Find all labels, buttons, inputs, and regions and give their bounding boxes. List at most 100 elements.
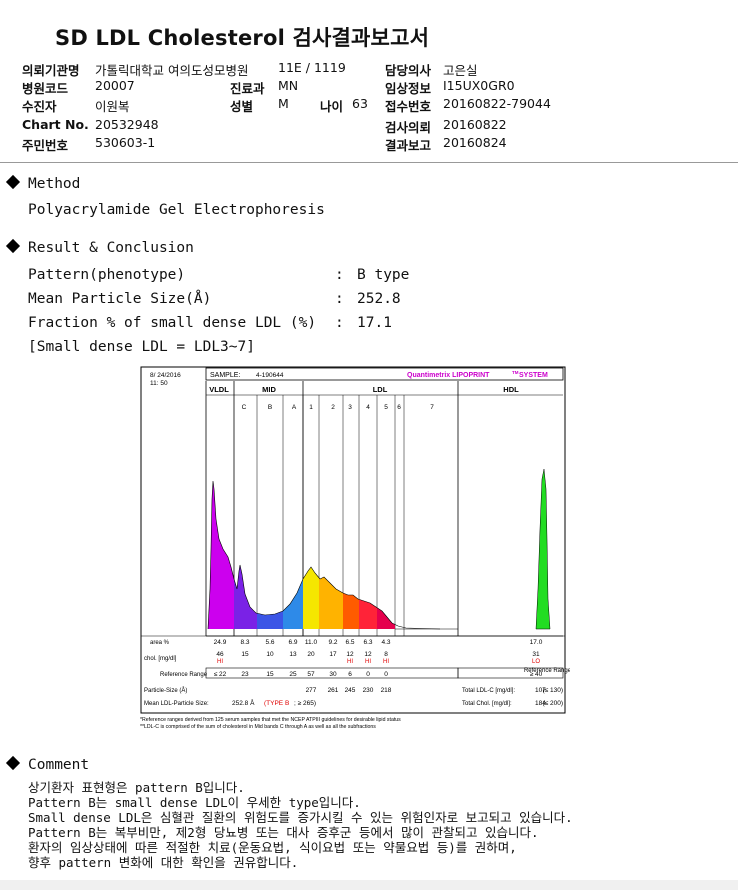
bullet-diamond-icon [5, 238, 21, 254]
band-area-fill [343, 593, 359, 629]
area-percent-value: 8.3 [240, 639, 249, 646]
particle-size-value: 218 [381, 687, 392, 694]
result-row-colon: : [335, 267, 344, 283]
result-row-label: Mean Particle Size(Å) [28, 291, 212, 307]
flag-badge: HI [217, 659, 223, 665]
row-label-particle-size: Particle-Size (Å) [144, 687, 187, 694]
bullet-diamond-icon [5, 174, 21, 190]
doctor-value: 고은실 [443, 63, 478, 78]
comment-line: Small dense LDL은 심혈관 질환의 위험도를 증가시킬 수 있는 … [28, 810, 573, 825]
area-percent-value: 6.5 [345, 639, 354, 646]
comment-line: Pattern B는 small dense LDL이 우세한 type입니다. [28, 795, 361, 810]
group-label: MID [262, 385, 276, 394]
area-percent-value: 6.9 [288, 639, 297, 646]
institution-value: 가톨릭대학교 여의도성모병원 [95, 63, 249, 78]
flag-badge: LO [532, 659, 540, 665]
area-percent-value: 5.6 [265, 639, 274, 646]
result-heading: Result & Conclusion [5, 238, 194, 256]
clinical-info-value: I15UX0GR0 [443, 78, 515, 93]
comment-line: 향후 pattern 변화에 대한 확인을 권유합니다. [28, 855, 299, 870]
area-percent-value: 9.2 [328, 639, 337, 646]
result-row-colon: : [335, 291, 344, 307]
brand-suffix: SYSTEM [519, 372, 548, 379]
band-label: 5 [384, 404, 388, 411]
reference-value: 25 [289, 671, 297, 678]
result-note: [Small dense LDL = LDL3~7] [28, 339, 255, 355]
reference-value: 57 [307, 671, 315, 678]
brand-name: Quantimetrix LIPOPRINT [407, 372, 490, 379]
result-row-value: 17.1 [357, 315, 392, 331]
method-heading-text: Method [28, 176, 81, 192]
chart-no-value: 20532948 [95, 117, 159, 132]
row-label-reference-right: Reference Range [524, 668, 570, 674]
ward-value: 11E / 1119 [278, 60, 346, 75]
chart-footnote: **LDL-C is comprised of the sum of chole… [140, 724, 376, 730]
bullet-diamond-icon [5, 755, 21, 771]
total-ldlc-ref: (≤ 130) [542, 687, 563, 694]
result-row-value: B type [357, 267, 410, 283]
chart-no-label: Chart No. [22, 117, 89, 132]
reference-value: 23 [241, 671, 249, 678]
band-label: 3 [348, 404, 352, 411]
result-row-label: Fraction % of small dense LDL (%) [28, 315, 317, 331]
chart-footnote: *Reference ranges derived from 125 serum… [140, 717, 401, 723]
band-label: C [242, 404, 247, 411]
comment-heading-text: Comment [28, 757, 90, 773]
band-label: 2 [331, 404, 335, 411]
resident-no-label: 주민번호 [22, 138, 69, 153]
mean-particle-size-value: 252.8 Å [232, 698, 255, 707]
area-percent-value: 24.9 [214, 639, 227, 646]
chol-value: 12 [346, 651, 354, 658]
clinical-info-label: 임상정보 [385, 81, 432, 96]
header-divider [0, 162, 738, 163]
area-percent-value: 17.0 [530, 639, 543, 646]
band-label: 6 [397, 404, 401, 411]
reference-value: 0 [384, 671, 388, 678]
chart-time: 11: 50 [150, 380, 168, 387]
band-label: 1 [309, 404, 313, 411]
area-percent-value: 11.0 [305, 639, 318, 646]
chol-value: 12 [364, 651, 372, 658]
method-text: Polyacrylamide Gel Electrophoresis [28, 202, 325, 218]
flag-badge: HI [383, 659, 389, 665]
chol-value: 17 [329, 651, 337, 658]
hospital-code-label: 병원코드 [22, 81, 69, 96]
result-report-value: 20160824 [443, 135, 507, 150]
total-chol-label: Total Chol. [mg/dl]: [462, 701, 512, 707]
comment-heading: Comment [5, 755, 90, 773]
reference-value: 0 [366, 671, 370, 678]
lipoprint-chart: 8/ 24/2016 11: 50 SAMPLE: 4-190644 Quantimet… [140, 366, 572, 730]
hospital-code-value: 20007 [95, 78, 135, 93]
sample-label: SAMPLE: [210, 372, 240, 379]
doctor-label: 담당의사 [385, 63, 432, 78]
chol-value: 20 [307, 651, 315, 658]
group-label: LDL [373, 385, 388, 394]
method-heading: Method [5, 174, 81, 192]
result-row-colon: : [335, 315, 344, 331]
result-report-label: 결과보고 [385, 138, 432, 153]
chol-value: 15 [241, 651, 249, 658]
flag-badge: HI [365, 659, 371, 665]
chol-value: 13 [289, 651, 297, 658]
particle-size-value: 245 [345, 687, 356, 694]
row-label-chol: chol. [mg/dl] [144, 656, 177, 662]
band-area-fill [303, 567, 319, 629]
area-percent-value: 4.3 [381, 639, 390, 646]
mean-particle-size-label: Mean LDL-Particle Size: [144, 701, 209, 707]
report-title: SD LDL Cholesterol 검사결과보고서 [55, 26, 430, 50]
result-row-value: 252.8 [357, 291, 401, 307]
sex-value: M [278, 96, 289, 111]
total-chol-ref: (≤ 200) [542, 700, 563, 707]
comment-line: Pattern B는 복부비만, 제2형 당뇨병 또는 대사 증후군 등에서 많… [28, 825, 539, 840]
report-page: SD LDL Cholesterol 검사결과보고서 의뢰기관명 가톨릭대학교 … [0, 0, 738, 880]
resident-no-value: 530603-1 [95, 135, 156, 150]
band-label: 7 [430, 404, 434, 411]
group-label: HDL [503, 385, 519, 394]
reference-value: 6 [348, 671, 352, 678]
chol-value: 8 [384, 651, 388, 658]
patient-label: 수진자 [22, 99, 57, 114]
chol-value: 46 [216, 651, 224, 658]
department-label: 진료과 [230, 81, 265, 96]
age-value: 63 [352, 96, 368, 111]
row-label-area: area % [150, 640, 170, 646]
